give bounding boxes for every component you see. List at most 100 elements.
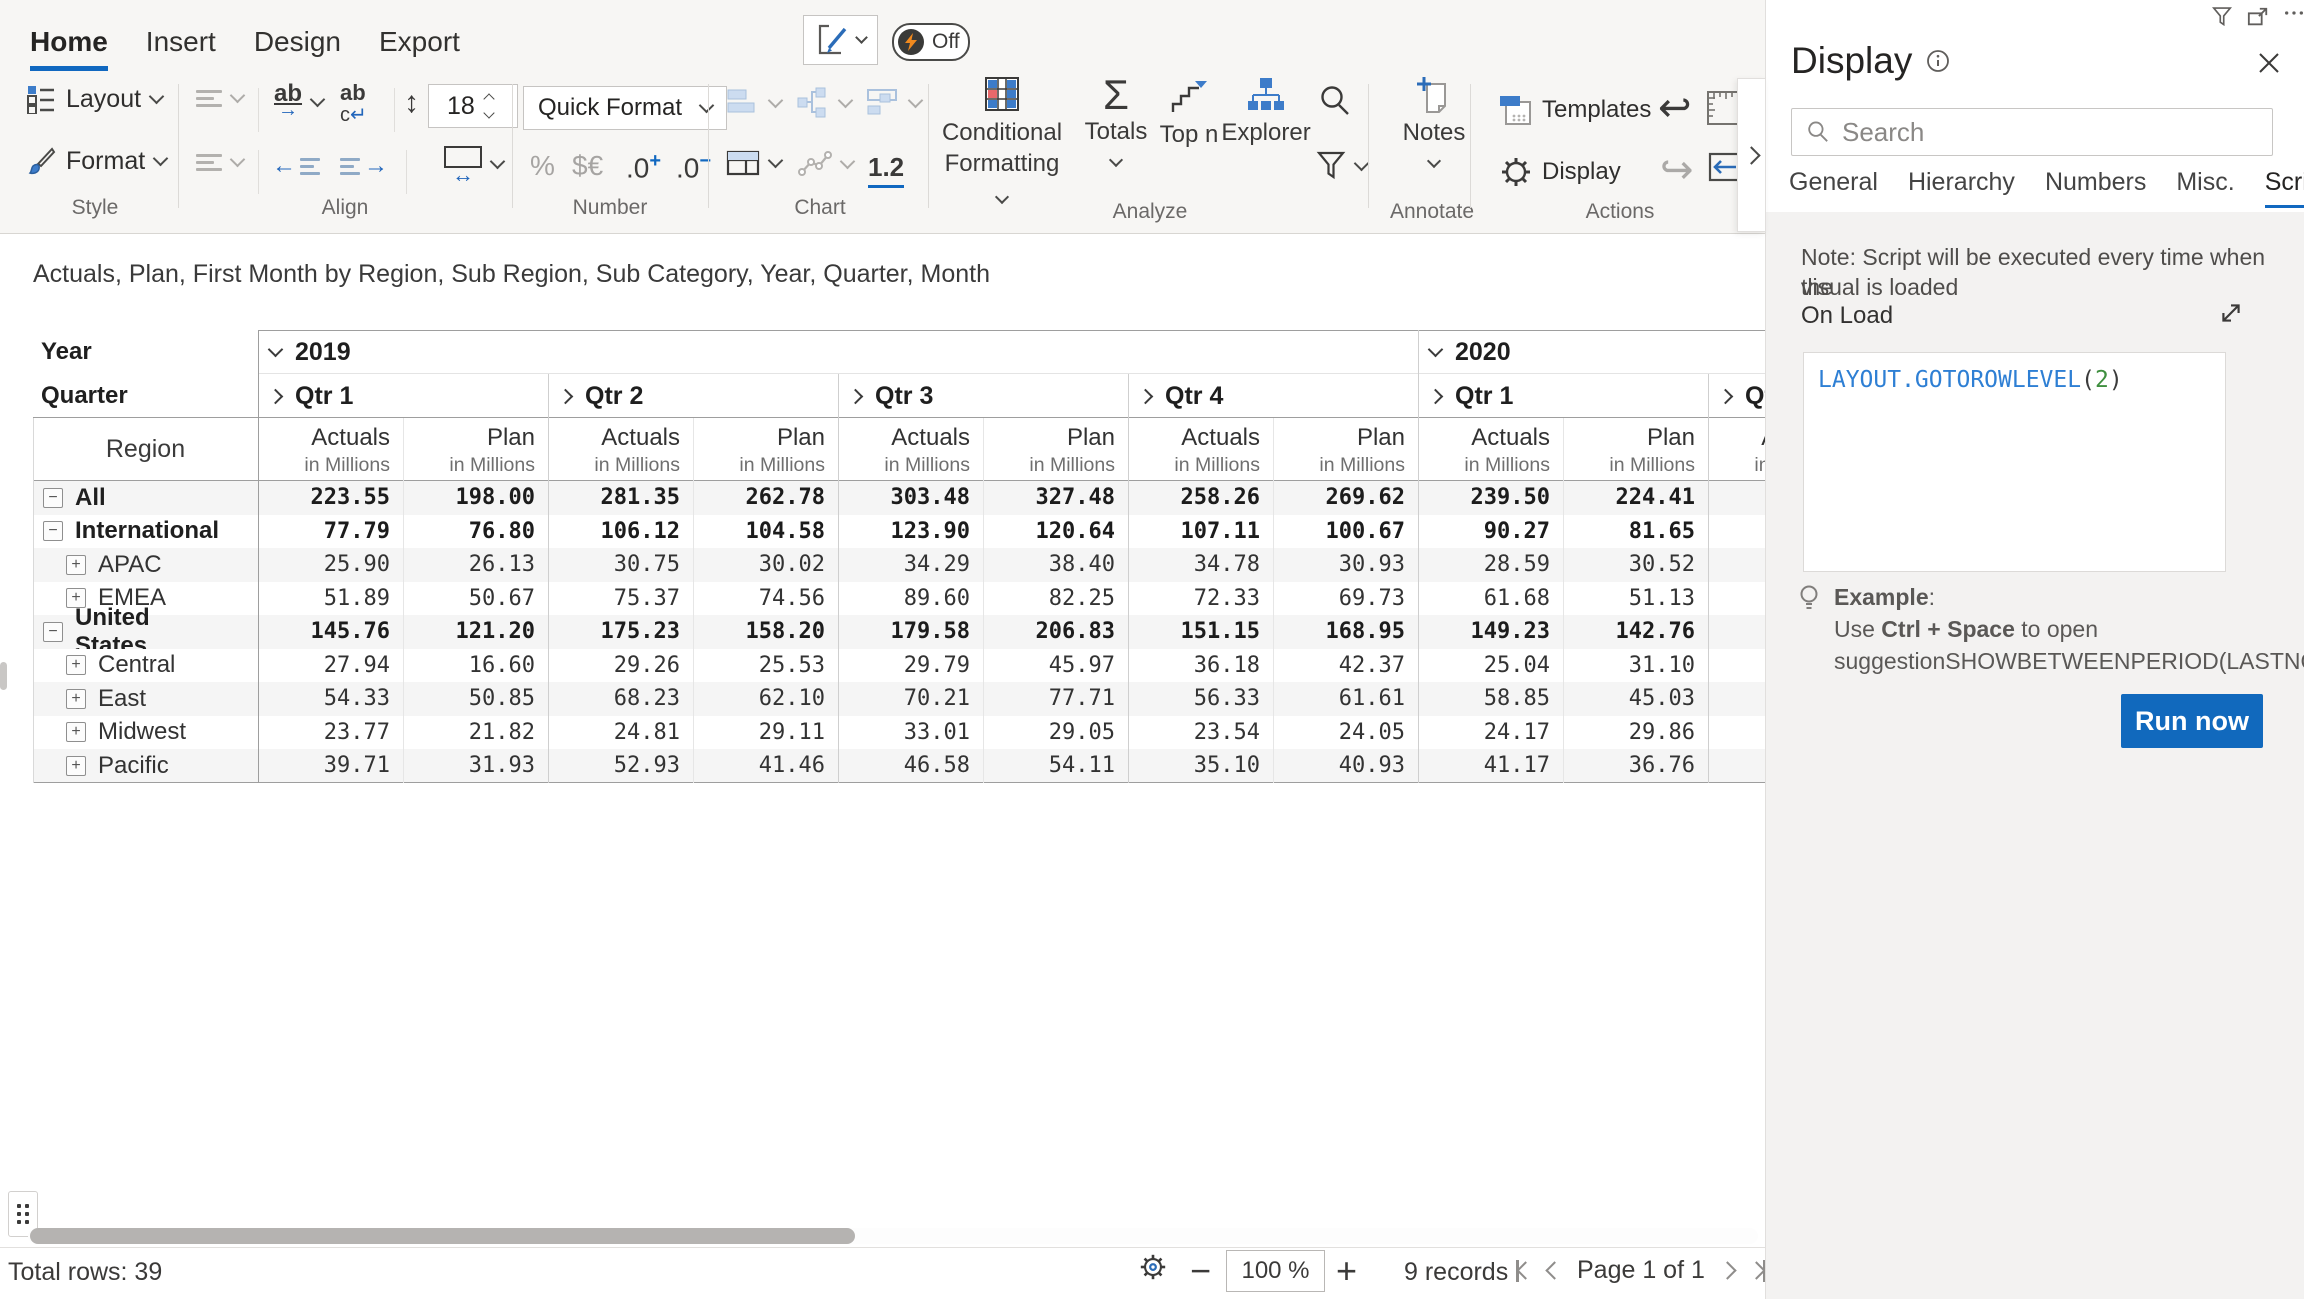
tab-misc[interactable]: Misc. — [2176, 168, 2234, 208]
notes-button[interactable]: Notes — [1390, 76, 1478, 171]
expand-row-button[interactable]: + — [66, 722, 86, 742]
quarter-band[interactable]: Qtr 4 — [1128, 374, 1418, 418]
vertical-scrollbar[interactable] — [0, 662, 7, 690]
grip-dots-icon — [17, 1204, 29, 1224]
tab-home[interactable]: Home — [30, 26, 108, 71]
layout-chart-button[interactable] — [866, 86, 921, 120]
row-label: APAC — [98, 551, 162, 579]
layout-button[interactable]: Layout — [26, 84, 162, 114]
tab-export[interactable]: Export — [379, 26, 460, 71]
search-tool-button[interactable] — [1318, 84, 1352, 123]
conditional-formatting-button[interactable]: Conditional Formatting — [938, 76, 1066, 210]
decrease-decimals-button[interactable]: .0− — [676, 150, 711, 184]
zoom-in-button[interactable]: + — [1336, 1250, 1357, 1292]
chevron-down-icon — [149, 88, 165, 104]
search-icon — [1318, 84, 1352, 118]
currency-format-icon[interactable]: $€ — [572, 150, 603, 182]
script-editor[interactable]: LAYOUT.GOTOROWLEVEL(2) — [1803, 352, 2226, 572]
horizontal-scrollbar[interactable] — [28, 1228, 1758, 1244]
table-cell: 120.64 — [983, 515, 1128, 549]
redo-button[interactable]: ↪ — [1660, 150, 1694, 190]
table-view-button[interactable] — [726, 150, 781, 176]
measure-label: Plan — [1563, 423, 1695, 453]
quarter-band-label: Qtr 4 — [1165, 382, 1223, 411]
panel-collapse-strip[interactable] — [1737, 78, 1766, 232]
pivot-table: YearQuarterRegion2019Qtr 1Qtr 2Qtr 3Qtr … — [33, 330, 1765, 784]
format-button[interactable]: Format — [26, 146, 166, 176]
focus-mode-icon[interactable] — [2247, 6, 2269, 33]
quarter-band[interactable]: Qtr 1 — [258, 374, 548, 418]
quarter-band[interactable]: Qtr 2 — [1708, 374, 1765, 418]
quarter-band[interactable]: Qtr 3 — [838, 374, 1128, 418]
collapse-row-button[interactable]: − — [43, 622, 63, 642]
vertical-align-button[interactable] — [196, 90, 243, 107]
font-size-stepper[interactable]: 18 — [428, 84, 518, 128]
measure-label: Actuals — [1708, 423, 1765, 453]
close-panel-button[interactable] — [2256, 50, 2282, 81]
table-cell: 36.18 — [1128, 649, 1273, 683]
quarter-band[interactable]: Qtr 2 — [548, 374, 838, 418]
filter-tool-button[interactable] — [1316, 150, 1367, 182]
line-chart-button[interactable] — [798, 150, 853, 178]
ruler-button[interactable] — [1706, 90, 1740, 131]
table-cell: 82.25 — [983, 582, 1128, 616]
tab-general[interactable]: General — [1789, 168, 1878, 208]
visual-filter-icon[interactable] — [2211, 6, 2233, 33]
expand-row-button[interactable]: + — [66, 689, 86, 709]
zoom-out-button[interactable]: − — [1190, 1250, 1211, 1292]
last-page-button[interactable] — [1750, 1260, 1766, 1282]
bar-chart-button[interactable] — [726, 86, 781, 120]
row-label-cell: +Central — [66, 649, 251, 683]
expand-editor-button[interactable] — [2218, 300, 2244, 331]
next-page-button[interactable] — [1718, 1261, 1736, 1279]
hierarchy-chart-button[interactable] — [796, 86, 851, 120]
live-toggle[interactable]: Off — [892, 23, 970, 61]
year-band[interactable]: 2020 — [1418, 330, 1765, 374]
stepper-arrows[interactable] — [485, 95, 493, 117]
column-width-button[interactable]: ↔ — [444, 146, 503, 182]
tab-design[interactable]: Design — [254, 26, 341, 71]
tab-insert[interactable]: Insert — [146, 26, 216, 71]
expand-row-button[interactable]: + — [66, 655, 86, 675]
undo-icon: ↩ — [1658, 86, 1692, 130]
expand-row-button[interactable]: + — [66, 756, 86, 776]
table-cell: 50.85 — [403, 682, 548, 716]
wrap-text-button[interactable]: ab c↵ — [340, 82, 367, 126]
quick-format-select[interactable]: Quick Format — [523, 86, 727, 130]
horizontal-align-button[interactable] — [196, 154, 243, 171]
display-button[interactable]: Display — [1500, 156, 1621, 188]
zoom-level-input[interactable]: 100 % — [1226, 1250, 1325, 1292]
more-options-icon[interactable] — [2283, 2, 2304, 29]
previous-page-button[interactable] — [1545, 1261, 1563, 1279]
collapse-row-button[interactable]: − — [43, 521, 63, 541]
undo-button[interactable]: ↩ — [1658, 88, 1692, 128]
expand-row-button[interactable]: + — [66, 555, 86, 575]
tab-numbers[interactable]: Numbers — [2045, 168, 2146, 208]
horizontal-scrollbar-thumb[interactable] — [30, 1228, 855, 1244]
decimal-places-button[interactable]: 1.2 — [868, 152, 904, 188]
first-page-button[interactable] — [1516, 1260, 1532, 1282]
increase-decimals-button[interactable]: .0+ — [626, 150, 661, 184]
table-cell: 45.03 — [1563, 682, 1708, 716]
table-settings-button[interactable] — [1138, 1252, 1168, 1287]
totals-button[interactable]: Σ Totals — [1078, 74, 1154, 170]
year-band[interactable]: 2019 — [258, 330, 1418, 374]
info-icon[interactable] — [1926, 49, 1950, 73]
table-cell: 90.27 — [1418, 515, 1563, 549]
edit-mode-button[interactable] — [803, 15, 878, 65]
tab-scripting[interactable]: Scripting — [2265, 168, 2304, 208]
quarter-band[interactable]: Qtr 1 — [1418, 374, 1708, 418]
templates-button[interactable]: Templates — [1498, 94, 1651, 126]
tab-hierarchy[interactable]: Hierarchy — [1908, 168, 2015, 208]
explorer-button[interactable]: Explorer — [1218, 76, 1314, 147]
search-input[interactable]: Search — [1791, 108, 2273, 156]
table-cell: 25.04 — [1418, 649, 1563, 683]
quick-format-value: Quick Format — [538, 94, 682, 122]
indent-increase-button[interactable]: → — [340, 152, 388, 180]
run-now-button[interactable]: Run now — [2121, 694, 2263, 748]
percent-format-icon[interactable]: % — [530, 150, 555, 182]
collapse-row-button[interactable]: − — [43, 488, 63, 508]
grid-line — [1273, 418, 1274, 783]
indent-decrease-button[interactable]: ← — [272, 152, 320, 180]
text-direction-button[interactable]: ab → — [274, 84, 323, 120]
